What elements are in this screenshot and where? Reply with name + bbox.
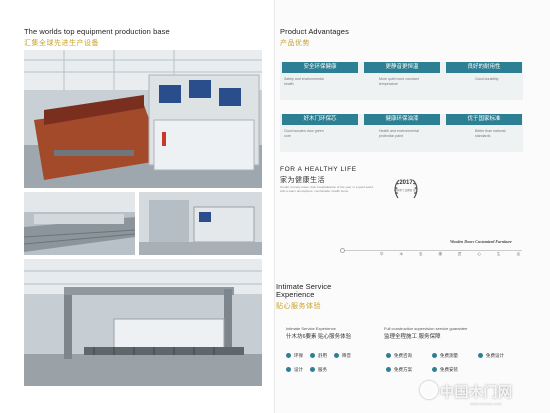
gear-icon [310,353,315,358]
service-left-heading-cn: 什木坊6要素 贴心服务体验 [286,334,352,340]
service-left-heading-en: Intimate Service Experience [286,326,336,331]
speaker-icon [334,353,339,358]
timeline-line [342,250,522,251]
timeline-label: 臻 [438,252,443,256]
service-left-item: 环保 [294,353,303,358]
advantage-heading: 优于国家标准 [446,114,522,125]
watermark-text: 中国木门网 [440,384,513,400]
service-right-heading-cn: 监理全程施工 服务保障 [384,334,441,340]
factory-photo-line [24,192,135,255]
award-year: 2017 [399,180,413,186]
equipment-title-en: The worlds top equipment production base [24,27,170,36]
advantage-heading: 良好的耐用性 [446,62,522,73]
advantage-desc: Health and environmental protection pain… [379,129,419,138]
equipment-title-cn: 汇集全球先进生产设备 [24,40,99,47]
timeline-label: 活 [516,252,521,256]
factory-photo-gantry [24,259,262,386]
healthy-life-title-cn: 家为健康生活 [280,177,325,184]
timeline-labels: 华 木 至 臻 匠 心 生 活 [380,252,520,257]
timeline-label: 心 [477,252,482,256]
service-left-item: 降音 [342,353,351,358]
design-icon [478,353,483,358]
service-right-heading-en: Full construction supervision service gu… [384,326,468,331]
advantage-heading: 安全环保健康 [282,62,358,73]
advantage-heading: 健康环保油漆 [364,114,440,125]
advantage-desc: Safety and environmental health [284,77,324,86]
service-title-cn: 贴心服务体验 [276,303,321,310]
service-left-item: 设计 [294,367,303,372]
service-right-item: 免费方案 [394,367,412,372]
timeline-label: 生 [497,252,501,256]
advantages-title-cn: 产品优势 [280,40,310,47]
service-right-item: 免费设计 [486,353,504,358]
advantage-desc: Good wooden door green core [284,129,324,138]
watermark-logo-icon [420,381,438,399]
healthy-life-title-en: FOR A HEALTHY LIFE [280,166,357,173]
service-left-item: 舒用 [318,353,327,358]
timeline-label: 木 [399,252,404,256]
ruler-icon [432,353,437,358]
service-right-item: 免费咨询 [394,353,412,358]
chat-icon [386,353,391,358]
factory-photo-main [24,50,262,188]
advantages-title-en: Product Advantages [280,27,349,36]
pencil-icon [286,367,291,372]
timeline-label: 至 [419,252,423,256]
timeline-dot [340,248,345,253]
advantage-heading: 好木门环保芯 [282,114,358,125]
service-right-item: 免费安装 [440,367,458,372]
service-right-item: 免费测量 [440,353,458,358]
factory-photo-press [139,192,262,255]
healthy-life-body: Tender, homely areas, their hospitalizat… [280,185,373,193]
advantage-desc: Better than national standards [475,129,506,138]
advantage-desc: Good durability [475,77,499,81]
award-caption: 中国木门 品牌日 金奖 [394,189,418,192]
timeline-label: 匠 [458,252,462,256]
document-icon [386,367,391,372]
service-title-en: Intimate Service Experience [276,282,332,299]
service-left-item: 服务 [318,367,327,372]
service-icon [310,367,315,372]
leaf-icon [286,353,291,358]
timeline-brand: Wooden Doors Customized Furniture [450,239,512,244]
timeline-label: 华 [380,252,384,256]
advantage-desc: More quiet more constant temperature [379,77,419,86]
advantage-heading: 更静音更恒温 [364,62,440,73]
watermark-url: www.mumen.com [470,401,502,406]
wrench-icon [432,367,437,372]
